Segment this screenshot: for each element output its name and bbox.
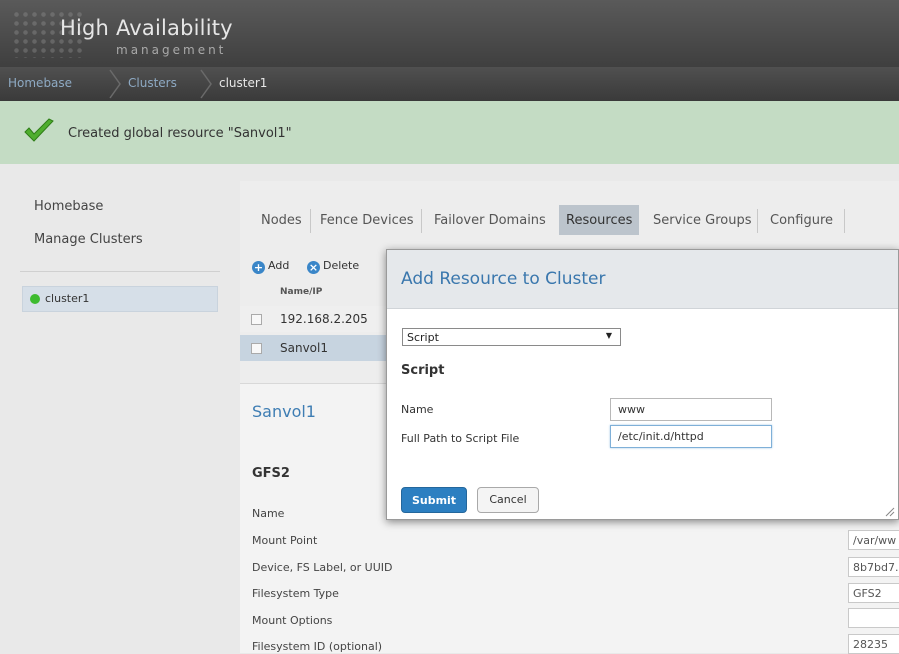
checkmark-icon xyxy=(22,117,56,148)
resource-type-selected: Script xyxy=(407,331,439,344)
field-label-fs-type: Filesystem Type xyxy=(252,587,339,600)
sidebar-divider xyxy=(20,271,220,272)
tab-resources[interactable]: Resources xyxy=(559,205,640,235)
mount-options-field[interactable] xyxy=(848,608,899,628)
breadcrumb: Homebase Clusters cluster1 xyxy=(0,67,899,101)
device-field[interactable]: 8b7bd7. xyxy=(848,557,899,577)
tab-divider xyxy=(757,209,758,233)
add-resource-dialog: Add Resource to Cluster Script ▼ Script … xyxy=(386,249,899,520)
add-label: Add xyxy=(268,259,290,272)
app-subtitle: management xyxy=(116,43,227,57)
sidebar-item-cluster1[interactable]: cluster1 xyxy=(22,286,218,312)
plus-icon: + xyxy=(252,261,265,274)
field-label-mount-options: Mount Options xyxy=(252,614,333,627)
resize-grip-icon[interactable] xyxy=(885,506,895,517)
tab-service-groups[interactable]: Service Groups xyxy=(646,205,759,235)
tab-divider xyxy=(421,209,422,233)
tab-fence-devices[interactable]: Fence Devices xyxy=(313,205,421,235)
x-icon: × xyxy=(307,261,320,274)
success-notification: Created global resource "Sanvol1" xyxy=(0,101,899,164)
tab-configure[interactable]: Configure xyxy=(763,205,840,235)
script-path-label: Full Path to Script File xyxy=(401,432,520,445)
breadcrumb-separator-icon xyxy=(199,69,213,99)
breadcrumb-clusters[interactable]: Clusters xyxy=(128,76,177,90)
submit-button[interactable]: Submit xyxy=(401,487,467,513)
breadcrumb-cluster1: cluster1 xyxy=(219,76,268,90)
tab-divider xyxy=(844,209,845,233)
resource-type-heading: GFS2 xyxy=(252,466,290,481)
row-name: 192.168.2.205 xyxy=(280,312,368,326)
add-resource-button[interactable]: + Add xyxy=(252,259,289,274)
status-online-icon xyxy=(30,294,40,304)
app-title: High Availability xyxy=(60,16,233,40)
delete-label: Delete xyxy=(323,259,360,272)
resource-type-select[interactable]: Script ▼ xyxy=(402,328,621,346)
tab-nodes[interactable]: Nodes xyxy=(254,205,309,235)
row-checkbox[interactable] xyxy=(251,314,262,325)
sidebar-link-homebase[interactable]: Homebase xyxy=(34,199,103,214)
mount-point-field[interactable]: /var/ww xyxy=(848,530,899,550)
field-label-mount-point: Mount Point xyxy=(252,534,318,547)
notification-message: Created global resource "Sanvol1" xyxy=(68,126,292,141)
filesystem-type-field[interactable]: GFS2 xyxy=(848,583,899,603)
section-heading: Script xyxy=(401,363,445,378)
field-label-device: Device, FS Label, or UUID xyxy=(252,561,393,574)
name-input[interactable]: www xyxy=(610,398,772,421)
name-label: Name xyxy=(401,403,434,416)
dialog-header: Add Resource to Cluster xyxy=(387,250,898,309)
field-label-name: Name xyxy=(252,507,285,520)
row-checkbox[interactable] xyxy=(251,343,262,354)
breadcrumb-homebase[interactable]: Homebase xyxy=(8,76,72,90)
breadcrumb-separator-icon xyxy=(108,69,122,99)
column-header-name-ip: Name/IP xyxy=(280,287,323,297)
filesystem-id-field[interactable]: 28235 xyxy=(848,634,899,654)
cancel-button[interactable]: Cancel xyxy=(477,487,539,513)
dropdown-arrow-icon: ▼ xyxy=(605,331,612,340)
sidebar-link-manage-clusters[interactable]: Manage Clusters xyxy=(34,232,143,247)
cluster-name: cluster1 xyxy=(45,292,90,305)
delete-resource-button[interactable]: × Delete xyxy=(307,259,359,274)
tab-divider xyxy=(310,209,311,233)
row-name: Sanvol1 xyxy=(280,341,328,355)
tab-failover-domains[interactable]: Failover Domains xyxy=(427,205,553,235)
field-label-fs-id: Filesystem ID (optional) xyxy=(252,640,383,653)
dialog-title: Add Resource to Cluster xyxy=(401,269,606,289)
resource-title: Sanvol1 xyxy=(252,402,316,421)
app-header: High Availability management xyxy=(0,0,899,67)
script-path-input[interactable]: /etc/init.d/httpd xyxy=(610,425,772,448)
